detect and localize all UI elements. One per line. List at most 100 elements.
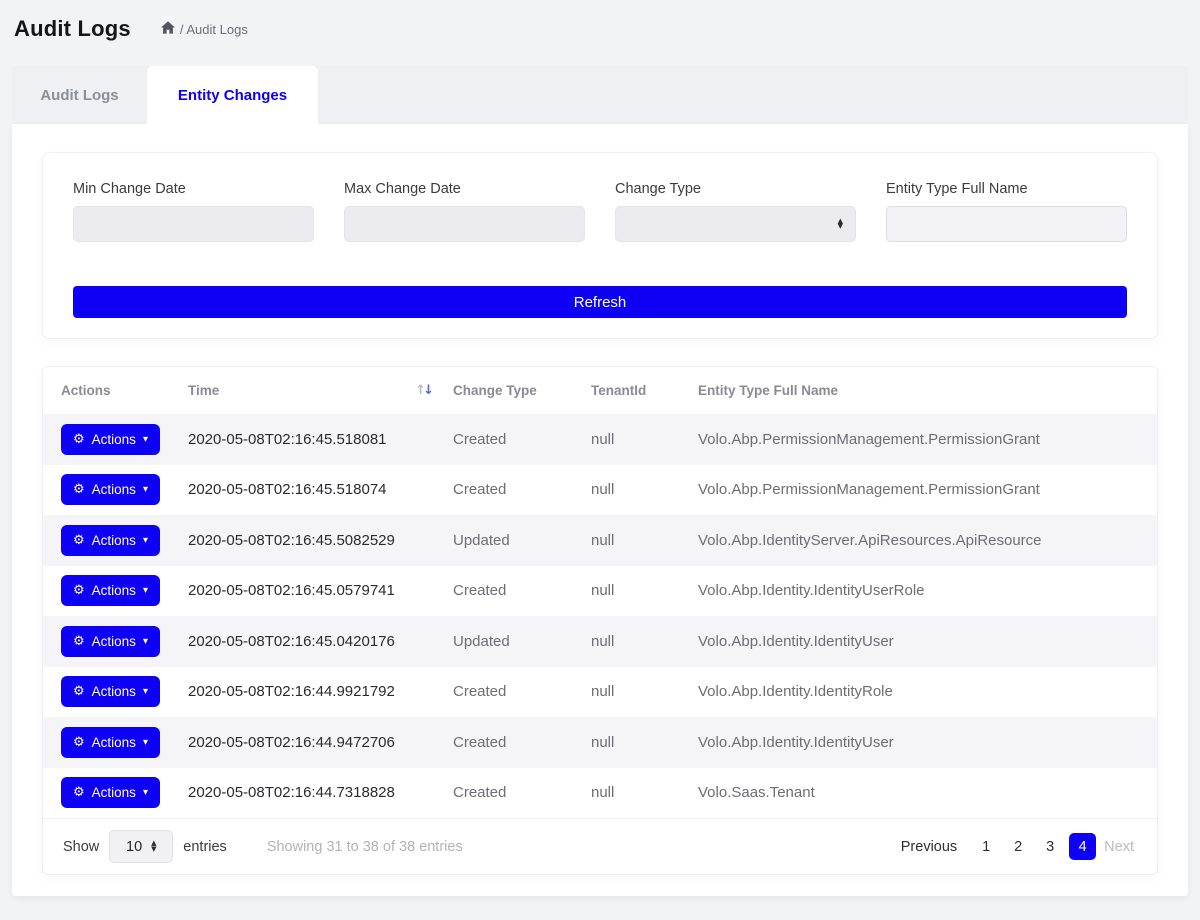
col-header-entity-type: Entity Type Full Name xyxy=(698,367,1157,414)
select-arrows-icon: ▲▼ xyxy=(838,219,843,230)
change-type-cell: Created xyxy=(453,566,591,617)
tenant-id-cell: null xyxy=(591,667,698,718)
time-cell: 2020-05-08T02:16:44.9921792 xyxy=(188,667,453,718)
tenant-id-cell: null xyxy=(591,768,698,819)
change-type-select[interactable]: ▲▼ xyxy=(615,206,856,242)
table-row: ⚙Actions▾ 2020-05-08T02:16:45.5082529 Up… xyxy=(43,515,1157,566)
page-header: Audit Logs / Audit Logs xyxy=(0,0,1200,58)
pagination-page-3[interactable]: 3 xyxy=(1037,834,1063,860)
entity-type-cell: Volo.Saas.Tenant xyxy=(698,768,1157,819)
gear-icon: ⚙ xyxy=(73,583,85,598)
change-type-cell: Created xyxy=(453,465,591,516)
entries-label: entries xyxy=(183,839,227,855)
caret-down-icon: ▾ xyxy=(143,434,148,445)
gear-icon: ⚙ xyxy=(73,785,85,800)
entity-type-cell: Volo.Abp.PermissionManagement.Permission… xyxy=(698,414,1157,465)
max-change-date-label: Max Change Date xyxy=(344,181,585,197)
actions-button[interactable]: ⚙Actions▾ xyxy=(61,727,160,758)
sort-icon[interactable]: ↑↓ xyxy=(415,383,431,398)
pagination-page-2[interactable]: 2 xyxy=(1005,834,1031,860)
table-row: ⚙Actions▾ 2020-05-08T02:16:45.0420176 Up… xyxy=(43,616,1157,667)
min-change-date-input[interactable] xyxy=(73,206,314,242)
caret-down-icon: ▾ xyxy=(143,787,148,798)
actions-button[interactable]: ⚙Actions▾ xyxy=(61,424,160,455)
breadcrumb: / Audit Logs xyxy=(161,21,248,37)
filter-card: Min Change Date Max Change Date Change T… xyxy=(42,152,1158,339)
max-change-date-input[interactable] xyxy=(344,206,585,242)
tab-entity-changes[interactable]: Entity Changes xyxy=(147,66,318,124)
col-header-time-label: Time xyxy=(188,383,219,398)
actions-button[interactable]: ⚙Actions▾ xyxy=(61,525,160,556)
actions-button[interactable]: ⚙Actions▾ xyxy=(61,575,160,606)
filter-grid: Min Change Date Max Change Date Change T… xyxy=(73,181,1127,242)
caret-down-icon: ▾ xyxy=(143,686,148,697)
gear-icon: ⚙ xyxy=(73,684,85,699)
tenant-id-cell: null xyxy=(591,515,698,566)
entity-changes-table: Actions Time ↑↓ Change Type TenantId Ent… xyxy=(43,367,1157,818)
time-cell: 2020-05-08T02:16:45.0420176 xyxy=(188,616,453,667)
tenant-id-cell: null xyxy=(591,465,698,516)
table-row: ⚙Actions▾ 2020-05-08T02:16:45.0579741 Cr… xyxy=(43,566,1157,617)
entity-type-cell: Volo.Abp.PermissionManagement.Permission… xyxy=(698,465,1157,516)
entity-type-cell: Volo.Abp.Identity.IdentityUserRole xyxy=(698,566,1157,617)
change-type-cell: Updated xyxy=(453,515,591,566)
change-type-cell: Created xyxy=(453,667,591,718)
time-cell: 2020-05-08T02:16:45.518081 xyxy=(188,414,453,465)
pagination-page-1[interactable]: 1 xyxy=(973,834,999,860)
select-arrows-icon: ▲▼ xyxy=(151,841,156,852)
gear-icon: ⚙ xyxy=(73,432,85,447)
page-title: Audit Logs xyxy=(14,16,131,42)
change-type-cell: Created xyxy=(453,414,591,465)
col-header-actions: Actions xyxy=(43,367,188,414)
change-type-label: Change Type xyxy=(615,181,856,197)
tenant-id-cell: null xyxy=(591,566,698,617)
entity-type-cell: Volo.Abp.Identity.IdentityUser xyxy=(698,717,1157,768)
caret-down-icon: ▾ xyxy=(143,484,148,495)
actions-button[interactable]: ⚙Actions▾ xyxy=(61,626,160,657)
pagination-next[interactable]: Next xyxy=(1101,834,1137,860)
entity-type-full-name-input[interactable] xyxy=(886,206,1127,242)
breadcrumb-path: / Audit Logs xyxy=(180,22,248,37)
entity-type-cell: Volo.Abp.Identity.IdentityUser xyxy=(698,616,1157,667)
gear-icon: ⚙ xyxy=(73,735,85,750)
gear-icon: ⚙ xyxy=(73,533,85,548)
caret-down-icon: ▾ xyxy=(143,737,148,748)
entity-type-cell: Volo.Abp.Identity.IdentityRole xyxy=(698,667,1157,718)
home-icon[interactable] xyxy=(161,21,180,37)
change-type-cell: Created xyxy=(453,717,591,768)
time-cell: 2020-05-08T02:16:45.5082529 xyxy=(188,515,453,566)
caret-down-icon: ▾ xyxy=(143,636,148,647)
refresh-button[interactable]: Refresh xyxy=(73,286,1127,318)
filter-change-type: Change Type ▲▼ xyxy=(615,181,856,242)
table-row: ⚙Actions▾ 2020-05-08T02:16:44.7318828 Cr… xyxy=(43,768,1157,819)
gear-icon: ⚙ xyxy=(73,482,85,497)
min-change-date-label: Min Change Date xyxy=(73,181,314,197)
filter-max-change-date: Max Change Date xyxy=(344,181,585,242)
table-footer: Show 10 ▲▼ entries Showing 31 to 38 of 3… xyxy=(43,818,1157,874)
entity-type-cell: Volo.Abp.IdentityServer.ApiResources.Api… xyxy=(698,515,1157,566)
actions-button[interactable]: ⚙Actions▾ xyxy=(61,474,160,505)
show-label: Show xyxy=(63,839,99,855)
actions-button[interactable]: ⚙Actions▾ xyxy=(61,777,160,808)
pagination: Previous 1 2 3 4 Next xyxy=(898,833,1137,860)
pagination-page-4[interactable]: 4 xyxy=(1069,833,1096,860)
time-cell: 2020-05-08T02:16:44.7318828 xyxy=(188,768,453,819)
gear-icon: ⚙ xyxy=(73,634,85,649)
main-panel: Min Change Date Max Change Date Change T… xyxy=(12,124,1188,896)
actions-button[interactable]: ⚙Actions▾ xyxy=(61,676,160,707)
tab-audit-logs-label: Audit Logs xyxy=(40,87,118,104)
table-header-row: Actions Time ↑↓ Change Type TenantId Ent… xyxy=(43,367,1157,414)
entries-summary: Showing 31 to 38 of 38 entries xyxy=(267,839,463,855)
tab-strip: Audit Logs Entity Changes xyxy=(12,66,1188,124)
table-row: ⚙Actions▾ 2020-05-08T02:16:44.9472706 Cr… xyxy=(43,717,1157,768)
time-cell: 2020-05-08T02:16:45.0579741 xyxy=(188,566,453,617)
caret-down-icon: ▾ xyxy=(143,585,148,596)
tab-audit-logs[interactable]: Audit Logs xyxy=(12,66,147,124)
col-header-change-type: Change Type xyxy=(453,367,591,414)
pagination-previous[interactable]: Previous xyxy=(898,834,960,860)
tenant-id-cell: null xyxy=(591,717,698,768)
entity-changes-table-card: Actions Time ↑↓ Change Type TenantId Ent… xyxy=(42,366,1158,875)
page-size-select[interactable]: 10 ▲▼ xyxy=(109,830,173,863)
filter-min-change-date: Min Change Date xyxy=(73,181,314,242)
col-header-time[interactable]: Time ↑↓ xyxy=(188,367,453,414)
